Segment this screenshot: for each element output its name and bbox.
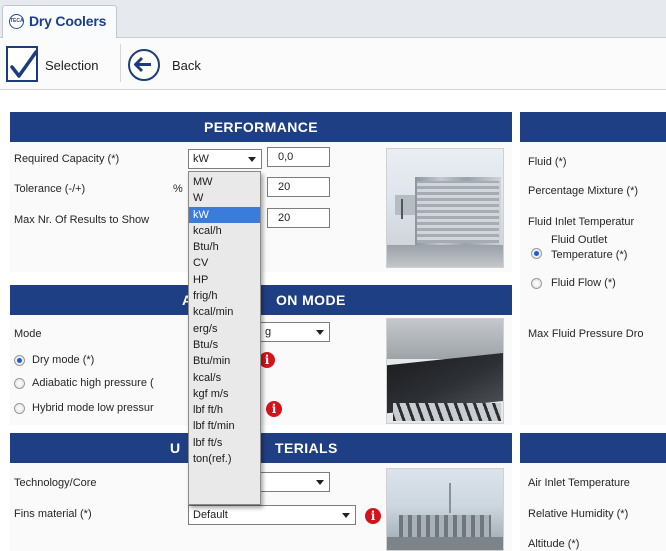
fluid-header [520,112,666,142]
back-label: Back [172,58,201,73]
dropdown-option-hp[interactable]: HP [189,272,260,288]
performance-header: PERFORMANCE [10,112,512,142]
fluid-outlet-temperature-radio[interactable] [531,248,542,259]
required-capacity-input[interactable]: 0,0 [267,147,330,167]
dropdown-option-w[interactable]: W [189,190,260,206]
required-capacity-label: Required Capacity (*) [14,153,120,165]
dry-mode-radio[interactable] [14,355,25,366]
capacity-unit-select[interactable]: kW [188,149,262,169]
application-mode-header: AP ON MODE [10,285,512,315]
dropdown-option-btu-min[interactable]: Btu/min [189,353,260,369]
mode-label: Mode [14,328,42,340]
dropdown-option-btu-h[interactable]: Btu/h [189,239,260,255]
dropdown-option-frig-h[interactable]: frig/h [189,288,260,304]
relative-humidity-label: Relative Humidity (*) [528,508,629,520]
technology-label: Technology/Core [14,477,97,489]
dry-cooler-photo [386,148,504,268]
fluid-flow-radio[interactable] [531,278,542,289]
tolerance-input[interactable]: 20 [267,177,330,197]
tolerance-unit: % [173,183,183,195]
air-header [520,433,666,463]
arrow-left-circle-icon [128,49,160,81]
dropdown-option-lbf-ft-min[interactable]: lbf ft/min [189,418,260,434]
dropdown-option-btu-s[interactable]: Btu/s [189,337,260,353]
capacity-unit-dropdown-list: MW WkW kcal/h Btu/h CV HP frig/h kcal/min erg/s B… [188,171,261,505]
dropdown-option-ton-ref-[interactable]: ton(ref.) [189,451,260,467]
adiabatic-radio[interactable] [14,378,25,389]
toolbar-divider [120,44,121,82]
dry-mode-label: Dry mode (*) [32,354,95,366]
offshore-unit-photo [386,468,504,551]
info-icon[interactable]: i [266,401,282,417]
info-icon[interactable]: i [259,352,275,368]
adiabatic-label: Adiabatic high pressure ( [32,377,154,389]
info-icon[interactable]: i [365,508,381,524]
air-inlet-temperature-label: Air Inlet Temperature [528,477,630,489]
dropdown-option-cv[interactable]: CV [189,255,260,271]
dropdown-option-kgf-m-s[interactable]: kgf m/s [189,386,260,402]
adiabatic-coil-photo [386,318,504,424]
dropdown-option-kcal-s[interactable]: kcal/s [189,370,260,386]
fluid-inlet-temperature-label: Fluid Inlet Temperatur [528,216,635,228]
max-results-label: Max Nr. Of Results to Show [14,214,150,226]
unit-materials-header: U TERIALS [10,433,512,463]
tab-title: Dry Coolers [29,13,107,29]
hybrid-label: Hybrid mode low pressur [32,402,154,414]
checkmark-icon [6,46,38,82]
app-logo-icon: TECA [9,14,24,29]
fluid-flow-label: Fluid Flow (*) [551,277,616,289]
dropdown-option-kcal-min[interactable]: kcal/min [189,304,260,320]
percentage-mixture-label: Percentage Mixture (*) [528,185,639,197]
altitude-label: Altitude (*) [528,538,580,550]
chevron-down-icon [316,480,324,485]
fins-material-select[interactable]: Default [188,505,356,525]
chevron-down-icon [342,513,350,518]
fluid-outlet-label-line2: Temperature (*) [551,249,628,261]
fluid-outlet-label-line1: Fluid Outlet [551,234,608,246]
max-fluid-pressure-drop-label: Max Fluid Pressure Dro [528,328,644,340]
dropdown-option-lbf-ft-h[interactable]: lbf ft/h [189,402,260,418]
selection-label: Selection [45,58,99,73]
hybrid-radio[interactable] [14,403,25,414]
fins-material-label: Fins material (*) [14,508,92,520]
dropdown-option-erg-s[interactable]: erg/s [189,321,260,337]
dropdown-option-lbf-ft-s[interactable]: lbf ft/s [189,435,260,451]
dropdown-option-kcal-h[interactable]: kcal/h [189,223,260,239]
dropdown-option-kw[interactable]: kW [189,206,260,223]
chevron-down-icon [248,157,256,162]
fluid-label: Fluid (*) [528,156,567,168]
tolerance-label: Tolerance (-/+) [14,183,86,195]
max-results-input[interactable]: 20 [267,208,330,228]
dropdown-option-mw[interactable]: MW [189,174,260,190]
chevron-down-icon [316,330,324,335]
